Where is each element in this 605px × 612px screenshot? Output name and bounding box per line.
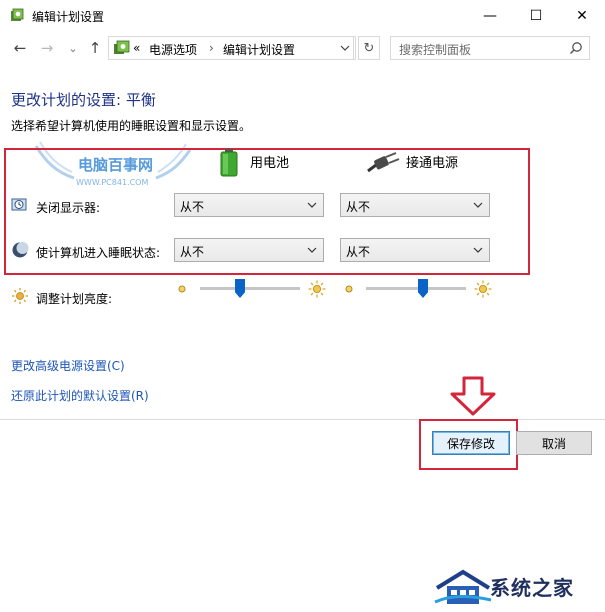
restore-defaults-link[interactable]: 还原此计划的默认设置(R) xyxy=(11,387,149,404)
slider-thumb[interactable] xyxy=(235,279,245,298)
red-arrow-down-icon xyxy=(450,376,496,416)
brightness-icon xyxy=(12,288,28,304)
close-button[interactable]: ✕ xyxy=(559,0,605,31)
dim-sun-icon xyxy=(178,285,186,293)
control-panel-icon xyxy=(114,40,130,54)
display-off-battery-select[interactable]: 从不 xyxy=(174,193,324,217)
watermark-site-text: 系统之家 xyxy=(490,576,574,600)
brightness-label: 调整计划亮度: xyxy=(36,292,113,306)
display-off-battery-value: 从不 xyxy=(180,200,205,214)
save-changes-button[interactable]: 保存修改 xyxy=(432,431,510,455)
display-off-plugged-value: 从不 xyxy=(346,200,371,214)
search-box[interactable]: 搜索控制面板 xyxy=(390,36,590,60)
display-off-plugged-select[interactable]: 从不 xyxy=(340,193,490,217)
slider-thumb[interactable] xyxy=(418,279,428,298)
sleep-battery-select[interactable]: 从不 xyxy=(174,238,324,262)
address-dropdown-button[interactable] xyxy=(334,36,356,60)
breadcrumb-edit-plan[interactable]: 编辑计划设置 xyxy=(223,41,295,58)
address-bar[interactable]: « 电源选项 › 编辑计划设置 xyxy=(108,36,354,60)
back-button[interactable]: ← xyxy=(11,38,29,58)
plugged-in-column-header: 接通电源 xyxy=(406,156,459,171)
page-subtitle: 选择希望计算机使用的睡眠设置和显示设置。 xyxy=(11,119,252,133)
maximize-button[interactable]: ☐ xyxy=(513,0,559,31)
breadcrumb-separator[interactable]: › xyxy=(209,41,214,55)
brightness-plugged-slider[interactable] xyxy=(366,278,466,300)
advanced-power-settings-link[interactable]: 更改高级电源设置(C) xyxy=(11,357,125,374)
bright-sun-icon xyxy=(474,280,492,298)
minimize-button[interactable]: — xyxy=(467,0,513,31)
forward-button[interactable]: → xyxy=(38,38,56,58)
battery-icon xyxy=(220,149,238,177)
chevron-down-icon xyxy=(473,202,483,208)
bright-sun-icon xyxy=(308,280,326,298)
breadcrumb-power-options[interactable]: 电源选项 xyxy=(149,41,197,58)
sleep-label: 使计算机进入睡眠状态: xyxy=(36,246,161,260)
chevron-down-icon xyxy=(340,45,349,51)
page-title: 更改计划的设置: 平衡 xyxy=(11,91,156,109)
sleep-moon-icon xyxy=(12,242,29,258)
slider-track xyxy=(366,287,466,290)
brightness-battery-slider[interactable] xyxy=(200,278,300,300)
power-options-icon xyxy=(11,8,24,21)
chevron-down-icon xyxy=(307,247,317,253)
power-plug-icon xyxy=(367,152,400,173)
chevron-down-icon xyxy=(307,202,317,208)
display-timer-icon xyxy=(11,198,27,211)
search-input[interactable]: 搜索控制面板 xyxy=(399,41,471,58)
title-bar: 编辑计划设置 — ☐ ✕ xyxy=(0,0,605,31)
chevron-down-icon xyxy=(473,247,483,253)
sleep-plugged-value: 从不 xyxy=(346,245,371,259)
sleep-battery-value: 从不 xyxy=(180,245,205,259)
search-icon[interactable] xyxy=(569,41,583,55)
breadcrumb-overflow[interactable]: « xyxy=(133,41,140,55)
refresh-button[interactable]: ↻ xyxy=(358,36,380,60)
window-title: 编辑计划设置 xyxy=(32,10,105,24)
battery-column-header: 用电池 xyxy=(250,156,290,171)
up-button[interactable]: ↑ xyxy=(86,38,104,58)
turn-off-display-label: 关闭显示器: xyxy=(36,201,101,215)
sleep-plugged-select[interactable]: 从不 xyxy=(340,238,490,262)
dim-sun-icon xyxy=(345,285,353,293)
slider-track xyxy=(200,287,300,290)
cancel-button[interactable]: 取消 xyxy=(516,431,592,455)
recent-locations-dropdown[interactable]: ⌄ xyxy=(64,38,82,58)
